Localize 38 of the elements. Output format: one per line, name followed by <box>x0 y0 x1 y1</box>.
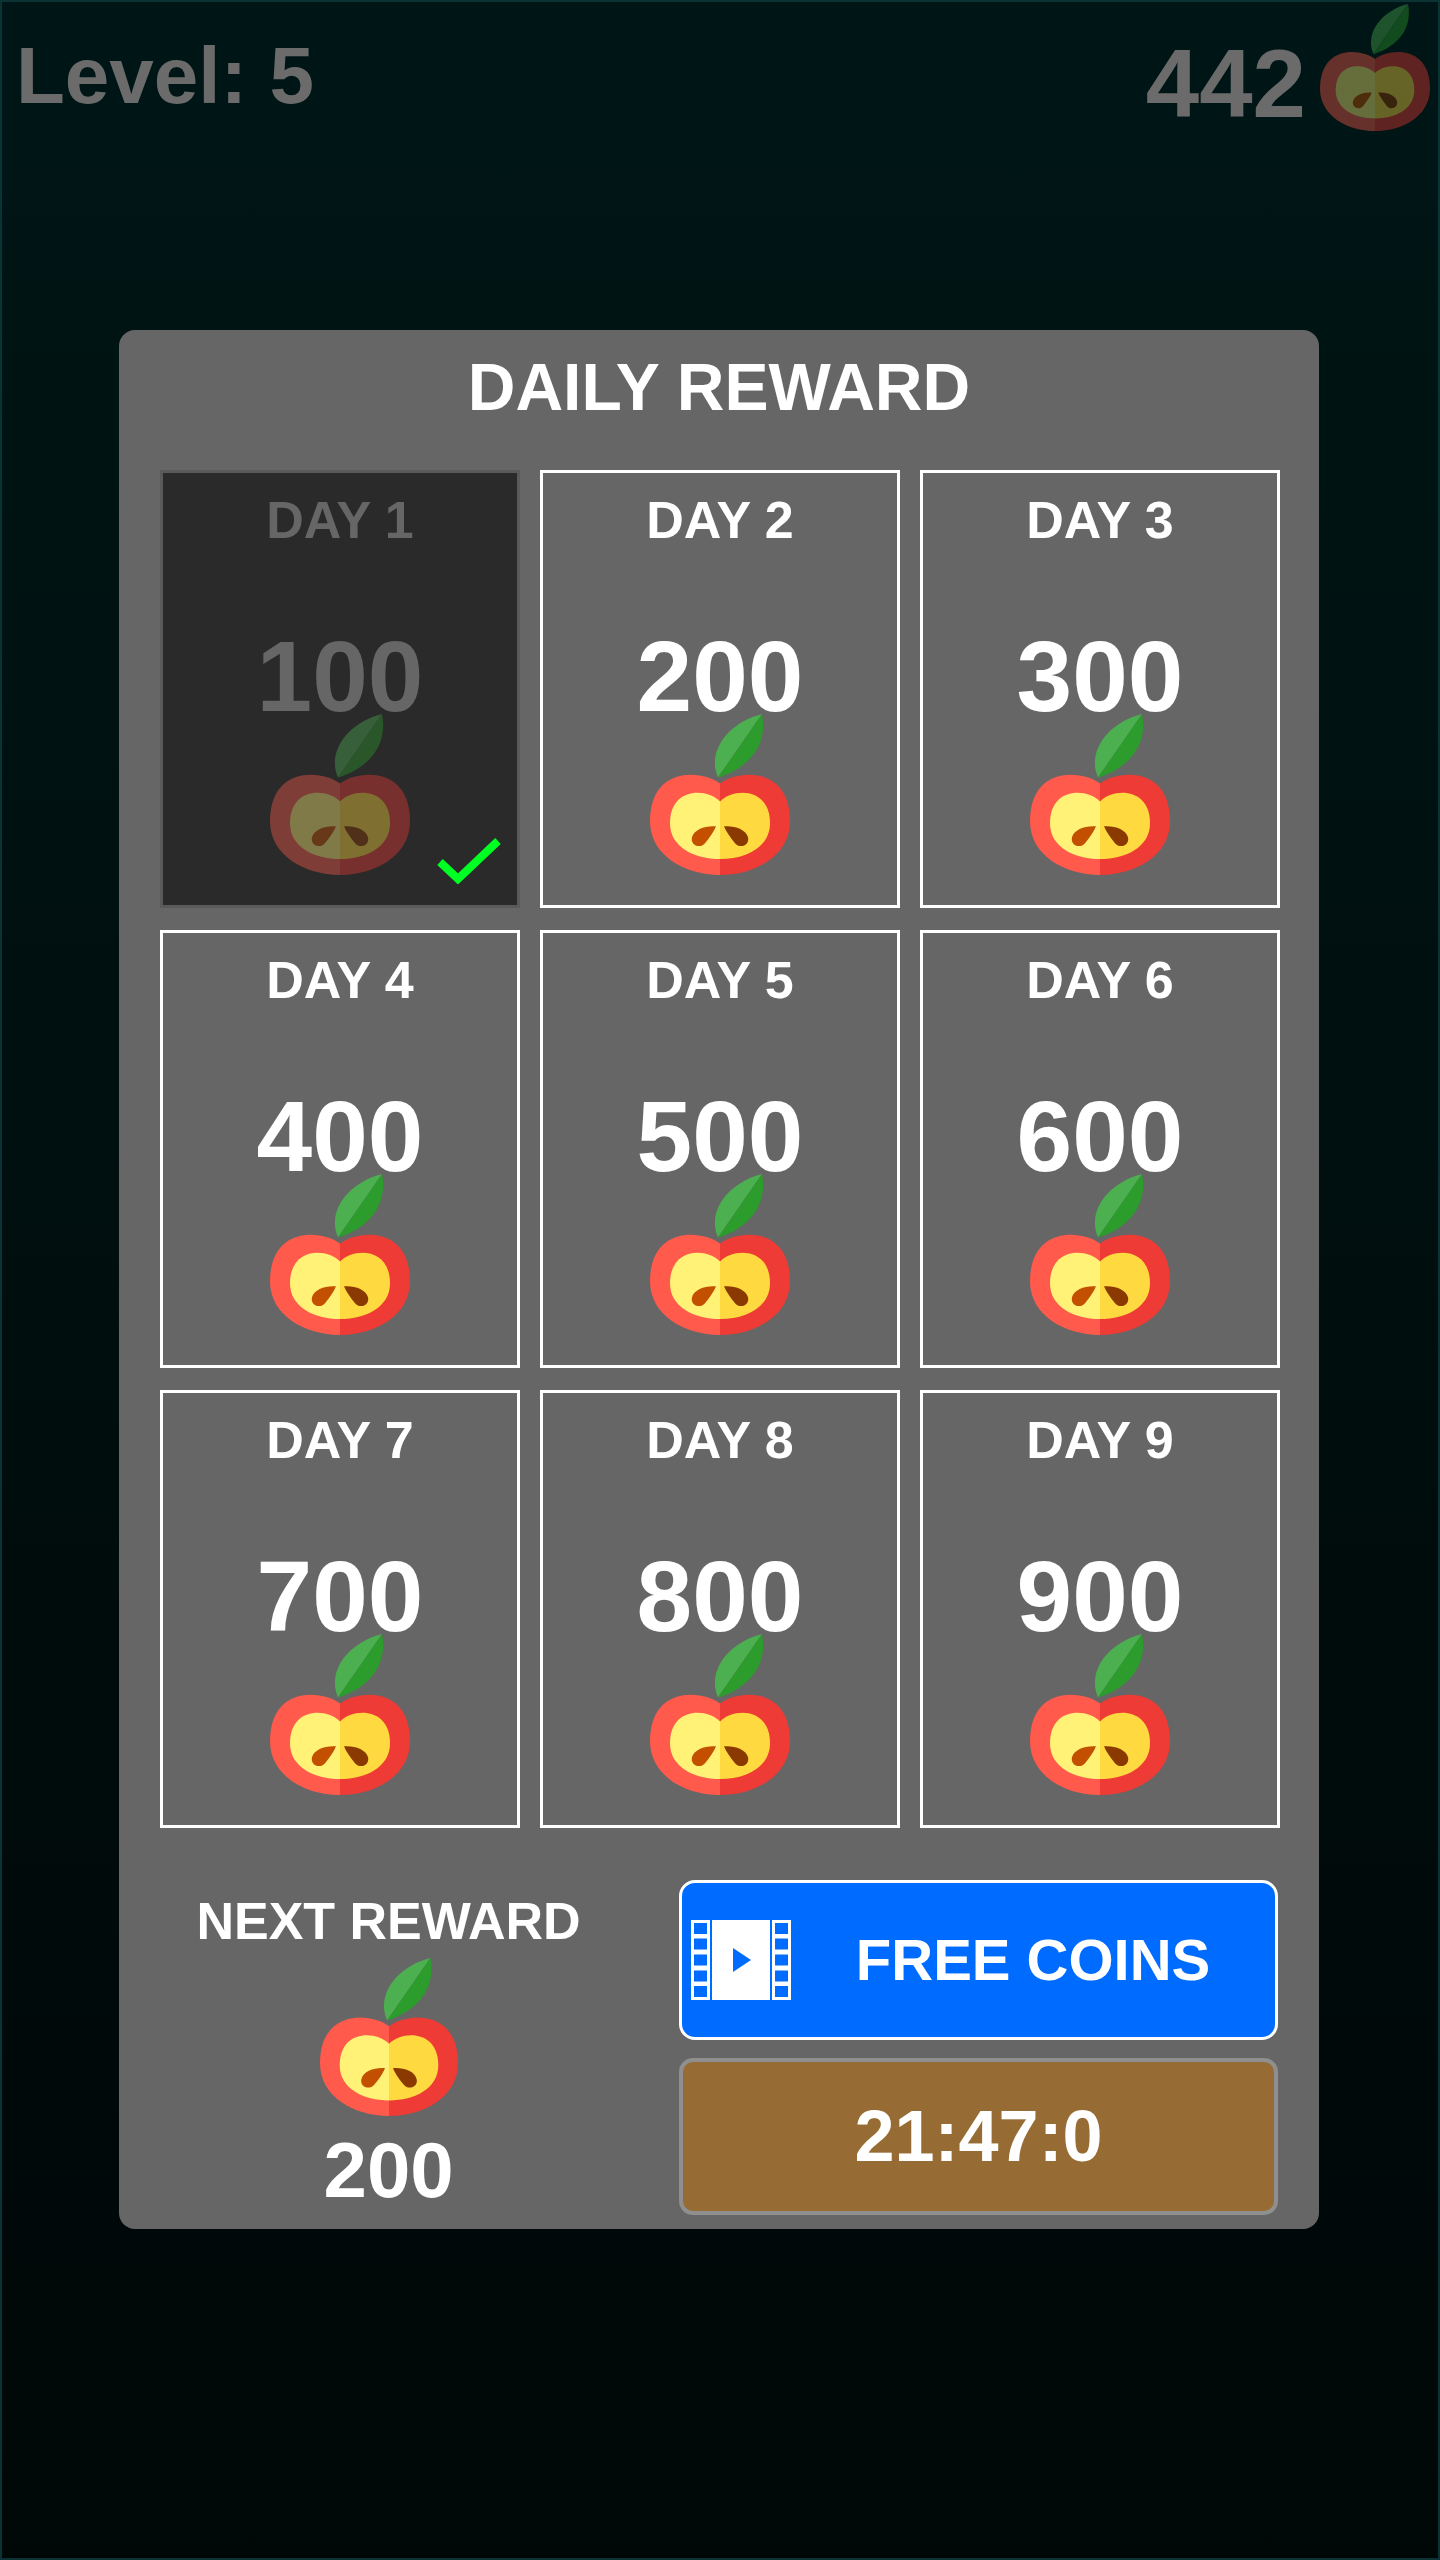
film-play-icon <box>691 1920 792 2001</box>
day-label: DAY 1 <box>266 501 414 541</box>
reward-amount: 900 <box>1016 1557 1184 1634</box>
dialog-title: DAILY REWARD <box>467 362 971 413</box>
reward-amount: 400 <box>256 1097 424 1174</box>
day-label: DAY 2 <box>646 501 794 541</box>
apple-icon <box>1030 1173 1170 1335</box>
reward-amount: 300 <box>1016 637 1184 714</box>
next-reward-label: NEXT REWARD <box>196 1902 581 1942</box>
level-text: Level: 5 <box>16 46 314 107</box>
apple-icon <box>650 1633 790 1795</box>
day-label: DAY 9 <box>1026 1421 1174 1461</box>
apple-icon <box>650 1173 790 1335</box>
next-reward-amount: 200 <box>323 2140 454 2200</box>
reward-amount: 600 <box>1016 1097 1184 1174</box>
day-label: DAY 7 <box>266 1421 414 1461</box>
coin-count: 442 <box>1145 48 1306 121</box>
check-icon <box>436 836 502 885</box>
countdown-timer: 21:47:0 <box>679 2058 1278 2216</box>
day-label: DAY 3 <box>1026 501 1174 541</box>
apple-icon <box>1320 4 1430 131</box>
day-label: DAY 6 <box>1026 961 1174 1001</box>
apple-icon <box>270 1633 410 1795</box>
reward-amount: 800 <box>636 1557 804 1634</box>
free-coins-button[interactable]: FREE COINS <box>679 1880 1278 2041</box>
apple-icon <box>319 1957 458 2116</box>
day-label: DAY 8 <box>646 1421 794 1461</box>
apple-icon <box>270 713 410 875</box>
reward-amount: 100 <box>256 637 424 714</box>
apple-icon <box>270 1173 410 1335</box>
reward-amount: 200 <box>636 637 804 714</box>
apple-icon <box>1030 1633 1170 1795</box>
reward-amount: 700 <box>256 1557 424 1634</box>
apple-icon <box>1030 713 1170 875</box>
day-label: DAY 4 <box>266 961 414 1001</box>
day-label: DAY 5 <box>646 961 794 1001</box>
apple-icon <box>650 713 790 875</box>
reward-amount: 500 <box>636 1097 804 1174</box>
